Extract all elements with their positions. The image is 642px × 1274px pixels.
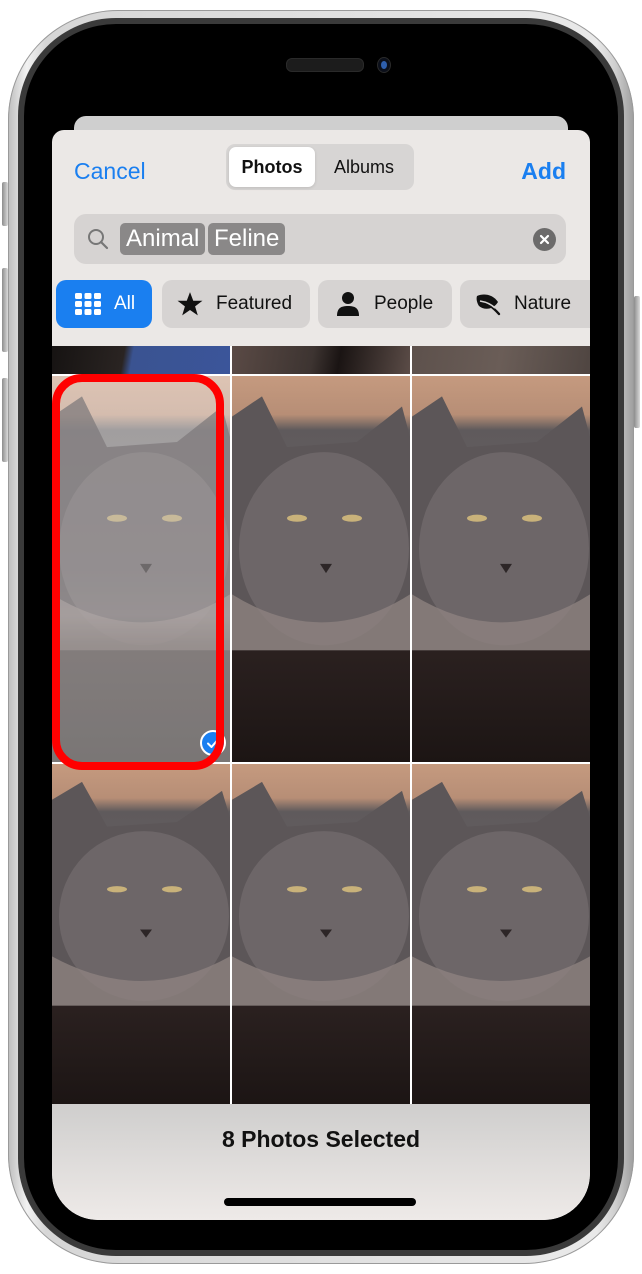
front-camera <box>377 57 391 73</box>
filter-people-label: People <box>374 293 434 314</box>
power-button <box>634 296 640 428</box>
tab-photos[interactable]: Photos <box>229 147 315 187</box>
clear-search-button[interactable] <box>533 228 556 251</box>
photo-grid <box>52 346 590 1104</box>
search-token-feline[interactable]: Feline <box>208 223 286 255</box>
photo-thumbnail[interactable] <box>52 346 230 374</box>
selected-checkmark-icon <box>200 730 226 756</box>
cat-shape <box>232 781 410 1006</box>
mute-switch <box>2 182 8 226</box>
bottom-toolbar: 8 Photos Selected <box>52 1104 590 1220</box>
clear-icon <box>539 234 550 245</box>
home-indicator[interactable] <box>224 1198 416 1206</box>
photo-thumbnail[interactable] <box>232 346 410 374</box>
cat-shape <box>412 781 590 1006</box>
photo-picker-sheet: Cancel Photos Albums Add Animal Feline A… <box>52 130 590 1220</box>
speaker <box>286 58 364 72</box>
search-token-animal[interactable]: Animal <box>120 223 206 255</box>
person-icon <box>334 290 362 318</box>
photo-thumbnail[interactable] <box>52 764 230 1104</box>
filter-featured[interactable]: Featured <box>162 280 310 328</box>
photo-thumbnail[interactable] <box>232 376 410 762</box>
star-icon <box>176 290 204 318</box>
filter-featured-label: Featured <box>216 293 293 314</box>
screen: Cancel Photos Albums Add Animal Feline A… <box>52 96 590 1220</box>
add-button[interactable]: Add <box>521 158 566 185</box>
photo-thumbnail[interactable] <box>412 764 590 1104</box>
grid-icon <box>74 290 102 318</box>
filter-people[interactable]: People <box>318 280 452 328</box>
search-field[interactable]: Animal Feline <box>74 214 566 264</box>
volume-up-button <box>2 268 8 352</box>
photo-thumbnail[interactable] <box>412 346 590 374</box>
cat-shape <box>232 396 410 651</box>
cat-shape <box>52 781 230 1006</box>
photo-thumbnail[interactable] <box>232 764 410 1104</box>
filter-all-label: All <box>114 293 136 314</box>
segmented-control: Photos Albums <box>226 144 414 190</box>
selection-count: 8 Photos Selected <box>221 1126 421 1152</box>
photo-thumbnail[interactable] <box>412 376 590 762</box>
filter-nature[interactable]: Nature <box>460 280 590 328</box>
filter-all[interactable]: All <box>56 280 152 328</box>
search-icon <box>88 229 109 250</box>
leaf-icon <box>474 290 502 318</box>
photo-thumbnail[interactable] <box>52 376 230 762</box>
volume-down-button <box>2 378 8 462</box>
selection-overlay <box>52 376 230 762</box>
cat-shape <box>412 396 590 651</box>
cancel-button[interactable]: Cancel <box>74 158 146 185</box>
tab-albums[interactable]: Albums <box>318 147 410 187</box>
filter-nature-label: Nature <box>514 293 572 314</box>
